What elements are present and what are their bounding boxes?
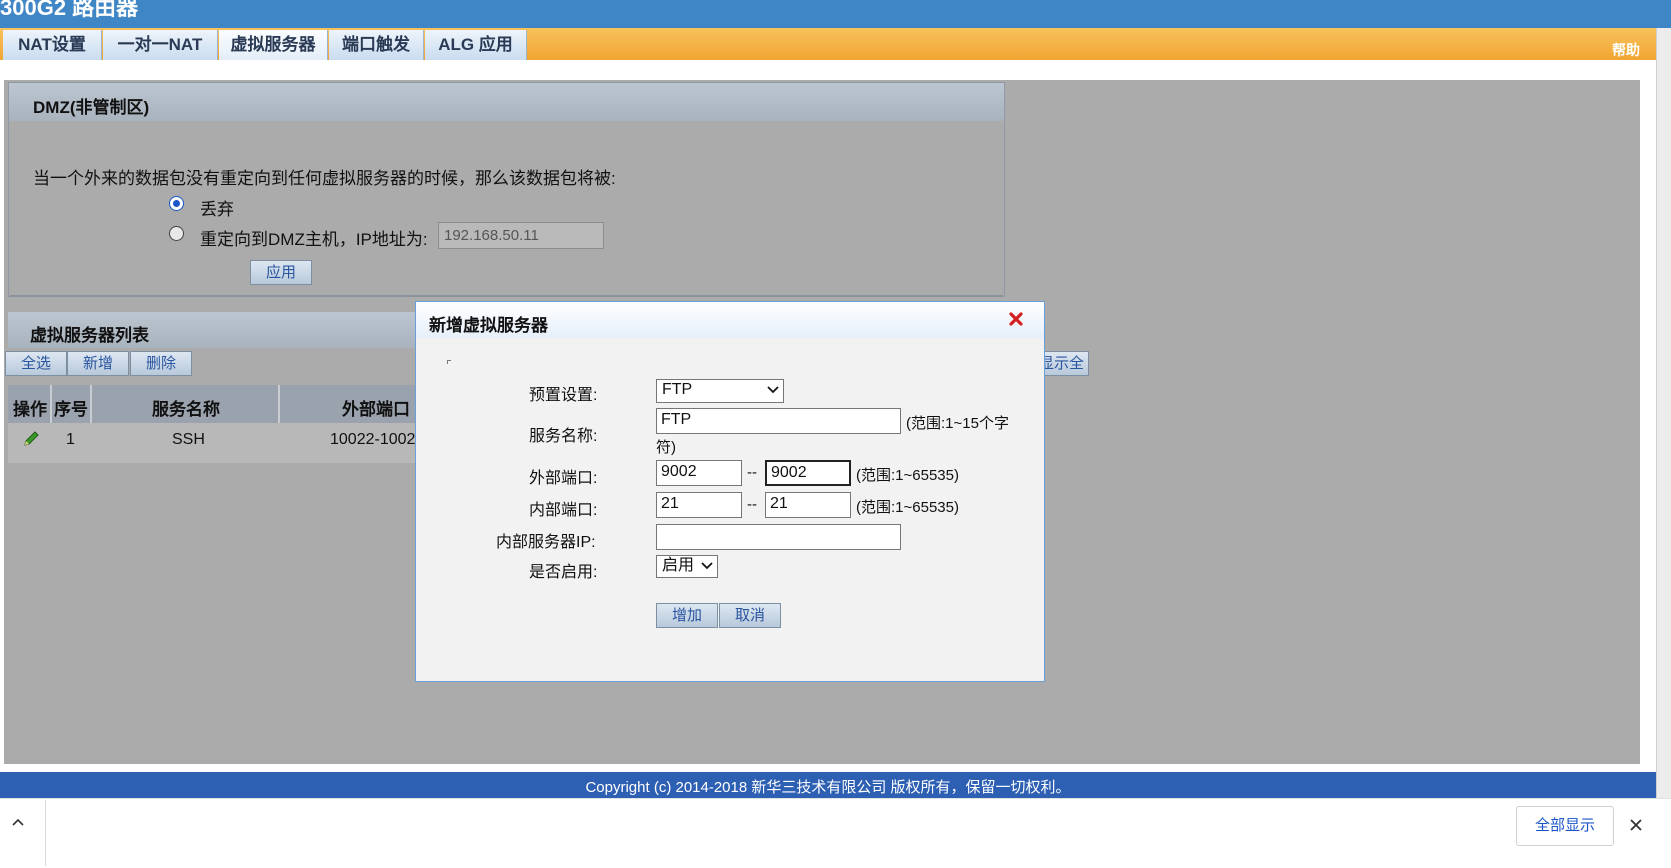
divider [10, 295, 1003, 297]
help-link[interactable]: 帮助 [1612, 40, 1640, 60]
cancel-button[interactable]: 取消 [719, 603, 781, 628]
chevron-down-icon [767, 386, 779, 394]
preset-select[interactable]: FTP [656, 379, 784, 403]
service-name-label: 服务名称: [529, 428, 598, 445]
select-all-button[interactable]: 全选 [5, 351, 67, 376]
external-port-label: 外部端口: [529, 470, 598, 487]
scrollbar[interactable] [1656, 28, 1671, 798]
internal-port-hint: (范围:1~65535) [856, 499, 959, 516]
preset-label: 预置设置: [529, 387, 598, 404]
internal-ip-input[interactable] [656, 524, 901, 550]
footer-copyright: Copyright (c) 2014-2018 新华三技术有限公司 版权所有，保… [585, 779, 1071, 796]
edit-icon[interactable] [22, 430, 40, 448]
add-confirm-button[interactable]: 增加 [656, 603, 718, 628]
enable-select-value: 启用 [662, 557, 695, 574]
tab-port-trigger[interactable]: 端口触发 [329, 30, 424, 60]
internal-ip-label: 内部服务器IP: [496, 534, 596, 551]
column-header-external-port: 外部端口 [342, 400, 410, 419]
row-external-port: 10022-10022 [330, 431, 416, 448]
chevron-up-icon[interactable] [11, 817, 25, 827]
external-port-to-input[interactable]: 9002 [765, 460, 851, 486]
port-separator: -- [747, 464, 757, 481]
dialog-title: 新增虚拟服务器 [429, 316, 548, 335]
service-name-hint: (范围:1~15个字 [906, 415, 1009, 432]
tab-nat-settings[interactable]: NAT设置 [3, 30, 102, 60]
dmz-panel-header [9, 83, 1004, 121]
close-icon[interactable] [1629, 818, 1643, 832]
radio-redirect-label: 重定向到DMZ主机，IP地址为: [200, 230, 428, 249]
tab-one-to-one-nat[interactable]: 一对一NAT [103, 30, 218, 60]
column-divider [278, 385, 280, 423]
close-icon[interactable] [1007, 310, 1025, 328]
title-bar [0, 0, 1671, 28]
internal-port-to-input[interactable]: 21 [765, 492, 851, 518]
service-name-input[interactable]: FTP [656, 408, 901, 434]
row-index: 1 [66, 431, 75, 448]
vs-list-title: 虚拟服务器列表 [30, 326, 149, 345]
chevron-down-icon [701, 562, 713, 570]
port-separator: -- [747, 496, 757, 513]
divider [45, 800, 46, 866]
external-port-hint: (范围:1~65535) [856, 467, 959, 484]
tab-virtual-server[interactable]: 虚拟服务器 [219, 30, 328, 60]
add-button[interactable]: 新增 [67, 351, 129, 376]
preset-select-value: FTP [662, 381, 693, 398]
download-bar [0, 798, 1671, 868]
column-divider [50, 385, 52, 423]
internal-port-label: 内部端口: [529, 502, 598, 519]
external-port-from-input[interactable]: 9002 [656, 460, 742, 486]
column-divider [90, 385, 92, 423]
column-header-index: 序号 [54, 400, 88, 419]
internal-port-from-input[interactable]: 21 [656, 492, 742, 518]
decorative-mark [447, 360, 451, 364]
enable-select[interactable]: 启用 [656, 555, 718, 578]
radio-drop[interactable] [169, 196, 184, 211]
enable-label: 是否启用: [529, 564, 598, 581]
tab-alg[interactable]: ALG 应用 [425, 30, 527, 60]
delete-button[interactable]: 删除 [130, 351, 192, 376]
radio-redirect-dmz[interactable] [169, 226, 184, 241]
column-header-action: 操作 [13, 400, 47, 419]
app-title: 300G2 路由器 [0, 0, 139, 20]
dmz-apply-button[interactable]: 应用 [250, 260, 312, 285]
dmz-title: DMZ(非管制区) [33, 98, 150, 117]
row-service-name: SSH [172, 431, 205, 448]
service-name-hint-wrap: 符) [656, 439, 676, 456]
column-header-service-name: 服务名称 [152, 400, 220, 419]
show-all-downloads-button[interactable]: 全部显示 [1516, 806, 1614, 846]
dmz-ip-field[interactable]: 192.168.50.11 [438, 222, 604, 249]
dmz-description: 当一个外来的数据包没有重定向到任何虚拟服务器的时候，那么该数据包将被: [33, 169, 616, 188]
radio-drop-label: 丢弃 [200, 200, 234, 219]
